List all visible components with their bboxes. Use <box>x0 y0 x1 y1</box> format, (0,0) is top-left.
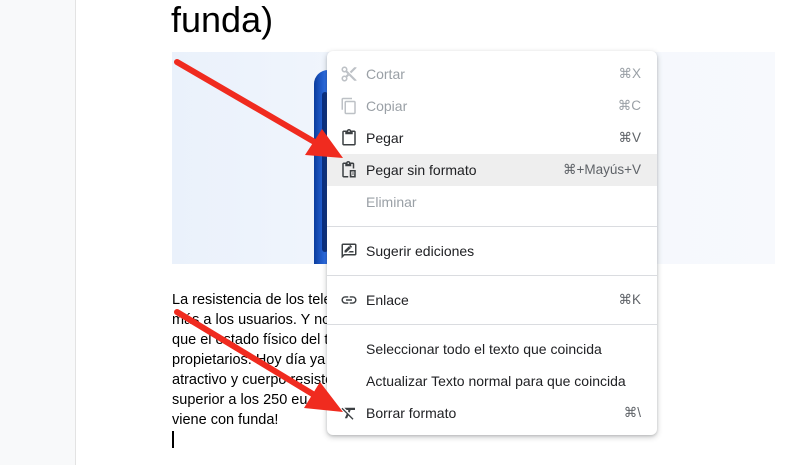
menu-item-cut[interactable]: Cortar ⌘X <box>327 58 657 90</box>
menu-item-label: Eliminar <box>366 194 417 210</box>
copy-icon <box>339 96 359 116</box>
menu-divider <box>327 324 657 325</box>
menu-item-label: Seleccionar todo el texto que coincida <box>366 341 602 357</box>
menu-item-label: Enlace <box>366 292 409 308</box>
document-heading: funda) <box>171 0 274 40</box>
menu-item-select-all-matching[interactable]: Seleccionar todo el texto que coincida <box>327 333 657 365</box>
menu-item-label: Cortar <box>366 66 405 82</box>
clear-format-icon <box>339 403 359 423</box>
text-cursor <box>172 431 174 448</box>
menu-item-label: Borrar formato <box>366 405 457 421</box>
suggest-edit-icon <box>339 241 359 261</box>
left-gutter <box>0 0 76 465</box>
menu-item-shortcut: ⌘X <box>618 66 641 81</box>
menu-item-label: Pegar <box>366 130 404 146</box>
menu-item-link[interactable]: Enlace ⌘K <box>327 284 657 316</box>
menu-item-shortcut: ⌘+Mayús+V <box>562 162 641 177</box>
menu-item-shortcut: ⌘\ <box>623 405 641 420</box>
context-menu: Cortar ⌘X Copiar ⌘C Pegar ⌘V A Pegar sin… <box>327 51 657 435</box>
menu-item-suggest-edits[interactable]: Sugerir ediciones <box>327 235 657 267</box>
menu-item-shortcut: ⌘K <box>618 292 641 307</box>
scissors-icon <box>339 64 359 84</box>
menu-item-label: Sugerir ediciones <box>366 243 475 259</box>
menu-item-update-normal-text[interactable]: Actualizar Texto normal para que coincid… <box>327 365 657 397</box>
paste-plain-icon: A <box>339 160 359 180</box>
menu-item-label: Actualizar Texto normal para que coincid… <box>366 373 626 389</box>
menu-item-delete[interactable]: Eliminar <box>327 186 657 218</box>
menu-item-label: Pegar sin formato <box>366 162 477 178</box>
menu-item-clear-formatting[interactable]: Borrar formato ⌘\ <box>327 397 657 429</box>
menu-item-shortcut: ⌘C <box>617 98 641 113</box>
link-icon <box>339 290 359 310</box>
clipboard-icon <box>339 128 359 148</box>
menu-item-shortcut: ⌘V <box>618 130 641 145</box>
menu-divider <box>327 275 657 276</box>
menu-item-copy[interactable]: Copiar ⌘C <box>327 90 657 122</box>
menu-item-paste-without-format[interactable]: A Pegar sin formato ⌘+Mayús+V <box>327 154 657 186</box>
menu-divider <box>327 226 657 227</box>
menu-item-label: Copiar <box>366 98 408 114</box>
menu-item-paste[interactable]: Pegar ⌘V <box>327 122 657 154</box>
